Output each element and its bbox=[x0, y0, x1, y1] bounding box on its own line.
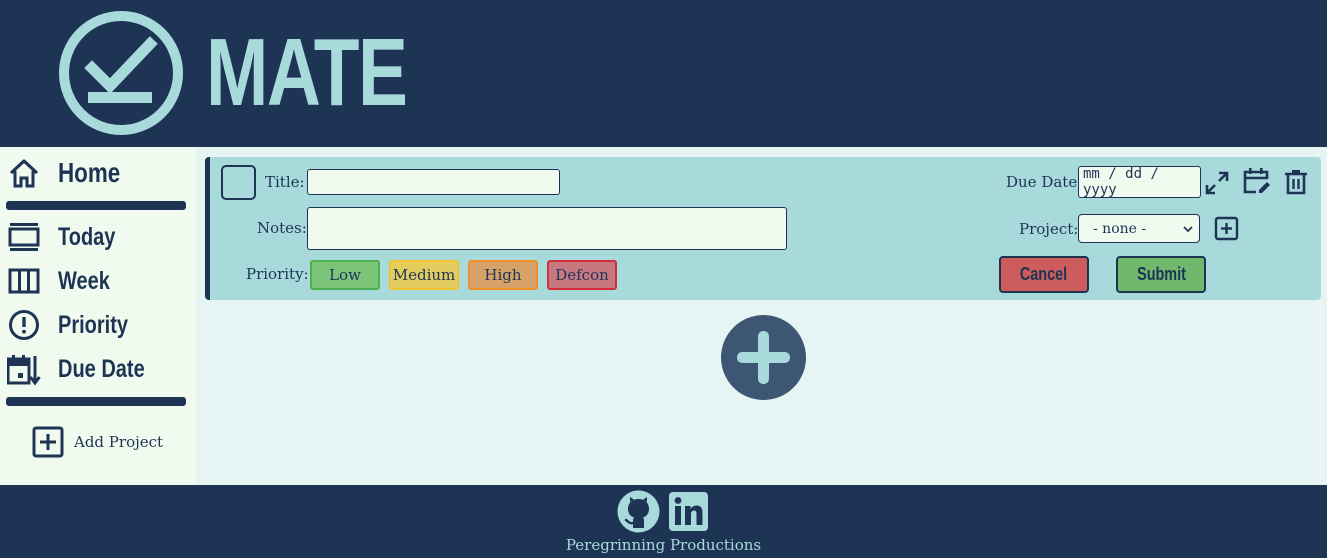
expand-icon[interactable] bbox=[1203, 169, 1231, 197]
priority-medium-button[interactable]: Medium bbox=[389, 260, 459, 290]
sidebar-item-label: Home bbox=[58, 157, 121, 188]
submit-button-label: Submit bbox=[1136, 264, 1186, 284]
trash-icon[interactable] bbox=[1283, 168, 1309, 196]
add-project-icon[interactable] bbox=[1214, 216, 1239, 241]
priority-low-button[interactable]: Low bbox=[310, 260, 380, 290]
submit-button[interactable]: Submit bbox=[1116, 256, 1206, 293]
priority-defcon-button[interactable]: Defcon bbox=[547, 260, 617, 290]
cancel-button[interactable]: Cancel bbox=[999, 256, 1089, 293]
add-project-label: Add Project bbox=[74, 433, 164, 451]
title-label: Title: bbox=[265, 173, 305, 191]
edit-calendar-icon[interactable] bbox=[1242, 166, 1272, 196]
priority-icon bbox=[9, 310, 39, 340]
github-icon[interactable] bbox=[617, 490, 660, 533]
today-icon bbox=[8, 223, 40, 251]
sidebar-item-label: Priority bbox=[58, 310, 129, 339]
app-footer: Peregrinning Productions bbox=[0, 485, 1327, 558]
priority-label: Priority: bbox=[246, 265, 309, 283]
project-select-value: - none - bbox=[1093, 220, 1147, 237]
footer-credit: Peregrinning Productions bbox=[565, 536, 762, 554]
due-date-label: Due Date: bbox=[1006, 173, 1083, 191]
sidebar-divider bbox=[6, 397, 186, 406]
check-circle-logo-icon bbox=[59, 11, 183, 135]
add-task-button[interactable] bbox=[721, 315, 806, 400]
sidebar-item-priority[interactable]: Priority bbox=[0, 305, 196, 345]
week-icon bbox=[8, 268, 40, 294]
notes-label: Notes: bbox=[257, 219, 307, 237]
priority-high-button[interactable]: High bbox=[468, 260, 538, 290]
due-date-sort-icon bbox=[7, 355, 41, 386]
new-task-form: Title: Notes: Priority: Low Medium High … bbox=[205, 157, 1321, 300]
sidebar: Home Today Week Priority Due Date Add Pr… bbox=[0, 147, 196, 485]
linkedin-icon[interactable] bbox=[669, 492, 708, 531]
sidebar-item-week[interactable]: Week bbox=[0, 261, 196, 301]
app-title: MATE bbox=[206, 19, 408, 126]
add-project-button[interactable]: Add Project bbox=[32, 426, 163, 458]
sidebar-item-label: Due Date bbox=[58, 354, 145, 383]
chevron-down-icon bbox=[1183, 225, 1193, 232]
due-date-input[interactable]: mm / dd / yyyy bbox=[1078, 166, 1201, 198]
sidebar-divider bbox=[6, 201, 186, 210]
home-icon bbox=[9, 159, 39, 188]
task-complete-checkbox[interactable] bbox=[221, 165, 256, 200]
plus-square-icon bbox=[32, 426, 64, 458]
sidebar-item-home[interactable]: Home bbox=[0, 153, 196, 193]
title-input[interactable] bbox=[307, 169, 560, 195]
sidebar-item-today[interactable]: Today bbox=[0, 217, 196, 257]
sidebar-item-label: Week bbox=[58, 266, 110, 295]
project-label: Project: bbox=[1019, 220, 1079, 238]
notes-input[interactable] bbox=[307, 207, 787, 250]
app-header: MATE bbox=[0, 0, 1327, 147]
sidebar-item-due-date[interactable]: Due Date bbox=[0, 349, 196, 389]
cancel-button-label: Cancel bbox=[1020, 264, 1068, 284]
project-select[interactable]: - none - bbox=[1078, 214, 1200, 243]
sidebar-item-label: Today bbox=[58, 222, 116, 251]
plus-icon-vertical bbox=[758, 331, 769, 384]
